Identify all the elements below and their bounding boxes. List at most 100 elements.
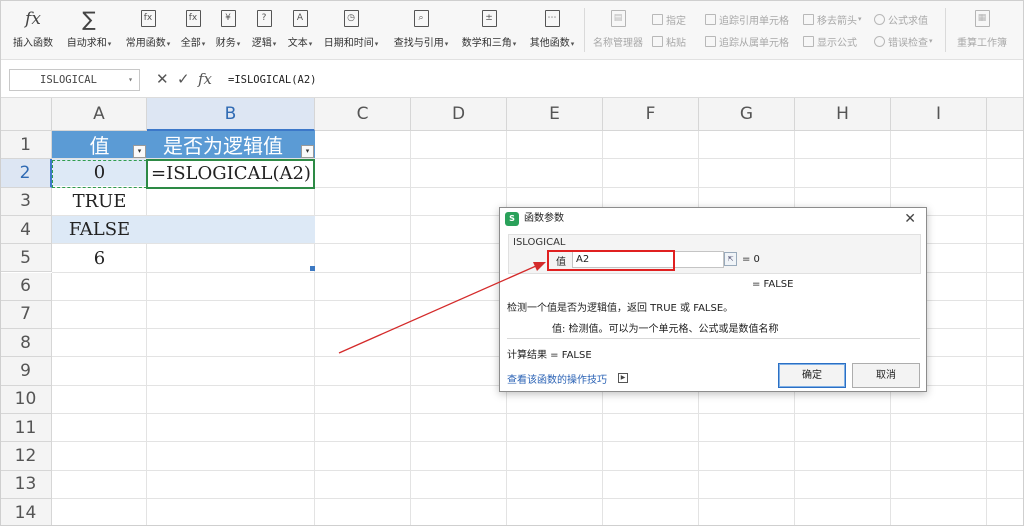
paste-name-button[interactable]: 粘贴 bbox=[652, 33, 686, 49]
fx-icon: fx bbox=[25, 8, 41, 29]
formula-ribbon: fx 插入函数 ∑ 自动求和▾ fx 常用函数▾ fx 全部▾ ¥ 财务▾ ? … bbox=[0, 0, 1024, 60]
cell-a4[interactable]: FALSE bbox=[52, 216, 147, 243]
column-gridline bbox=[410, 131, 411, 526]
row-header-4[interactable]: 4 bbox=[0, 215, 52, 245]
autosum-button[interactable]: ∑ 自动求和▾ bbox=[63, 6, 115, 54]
more-dots-icon: ⋯ bbox=[542, 8, 562, 29]
text-a-icon: A bbox=[290, 8, 310, 29]
specify-icon bbox=[652, 13, 663, 25]
cancel-icon[interactable]: ✕ bbox=[156, 70, 169, 88]
logical-button[interactable]: ? 逻辑▾ bbox=[248, 8, 280, 54]
column-header-i[interactable]: I bbox=[891, 98, 987, 131]
column-header-overflow bbox=[987, 98, 1024, 131]
column-header-f[interactable]: F bbox=[603, 98, 699, 131]
column-gridline bbox=[314, 131, 315, 526]
argument-result: = 0 bbox=[742, 254, 760, 265]
formula-input[interactable]: =ISLOGICAL(A2) bbox=[222, 69, 1022, 91]
collapse-reference-icon[interactable]: ⇱ bbox=[724, 252, 737, 266]
help-link[interactable]: 查看该函数的操作技巧 bbox=[507, 371, 607, 386]
close-icon[interactable]: ✕ bbox=[904, 210, 916, 228]
fx-icon[interactable]: fx bbox=[198, 70, 212, 88]
row-header-14[interactable]: 14 bbox=[0, 498, 52, 526]
sigma-icon: ∑ bbox=[82, 6, 96, 31]
row-header-10[interactable]: 10 bbox=[0, 385, 52, 414]
text-button[interactable]: A 文本▾ bbox=[284, 8, 316, 54]
select-all-corner[interactable] bbox=[0, 98, 52, 131]
row-header-1[interactable]: 1 bbox=[0, 131, 52, 160]
row-header-7[interactable]: 7 bbox=[0, 300, 52, 330]
trace-precedents-button[interactable]: 追踪引用单元格 bbox=[705, 11, 789, 27]
row-gridline bbox=[52, 413, 1024, 414]
table-resize-handle[interactable] bbox=[310, 266, 315, 271]
remove-arrows-icon bbox=[803, 13, 814, 25]
copy-marquee bbox=[52, 160, 147, 188]
column-header-c[interactable]: C bbox=[315, 98, 411, 131]
row-header-6[interactable]: 6 bbox=[0, 272, 52, 301]
row-header-8[interactable]: 8 bbox=[0, 329, 52, 358]
formula-bar: ISLOGICAL ▾ ✕ ✓ fx =ISLOGICAL(A2) bbox=[0, 60, 1024, 98]
recalculate-button[interactable]: ▦ 重算工作簿 bbox=[952, 8, 1012, 54]
function-result: = FALSE bbox=[752, 279, 794, 290]
confirm-icon[interactable]: ✓ bbox=[177, 70, 190, 88]
column-header-g[interactable]: G bbox=[699, 98, 795, 131]
row-header-5[interactable]: 5 bbox=[0, 244, 52, 273]
argument-description: 值: 检测值。可以为一个单元格、公式或是数值名称 bbox=[552, 324, 779, 335]
show-formulas-icon bbox=[803, 35, 814, 47]
row-header-12[interactable]: 12 bbox=[0, 442, 52, 471]
error-check-icon bbox=[874, 35, 885, 47]
column-header-a[interactable]: A bbox=[52, 98, 147, 131]
name-box[interactable]: ISLOGICAL ▾ bbox=[9, 69, 140, 91]
row-gridline bbox=[52, 469, 1024, 471]
other-functions-button[interactable]: ⋯ 其他函数▾ bbox=[524, 8, 580, 54]
financial-button[interactable]: ¥ 财务▾ bbox=[212, 8, 244, 54]
calculation-result: 计算结果 = FALSE bbox=[507, 350, 592, 361]
cell-b4[interactable] bbox=[147, 216, 315, 243]
calculator-icon: ▦ bbox=[972, 8, 992, 29]
math-trig-button[interactable]: ± 数学和三角▾ bbox=[458, 8, 520, 54]
row-header-2[interactable]: 2 bbox=[0, 159, 52, 188]
ribbon-separator bbox=[584, 8, 585, 52]
function-name: ISLOGICAL bbox=[513, 237, 566, 248]
function-box-icon: fx bbox=[183, 8, 203, 29]
magnifier-icon: ⌕ bbox=[411, 8, 431, 29]
filter-dropdown-icon[interactable]: ▾ bbox=[133, 145, 146, 158]
column-header-e[interactable]: E bbox=[507, 98, 603, 131]
function-description: 检测一个值是否为逻辑值，返回 TRUE 或 FALSE。 bbox=[507, 303, 734, 314]
evaluate-formula-button[interactable]: 公式求值 bbox=[874, 11, 928, 27]
trace-dependents-button[interactable]: 追踪从属单元格 bbox=[705, 33, 789, 49]
name-manager-button[interactable]: ▤ 名称管理器 bbox=[590, 8, 646, 54]
column-gridline bbox=[986, 131, 987, 526]
show-formulas-button[interactable]: 显示公式 bbox=[803, 33, 857, 49]
filter-dropdown-icon[interactable]: ▾ bbox=[301, 145, 314, 158]
play-video-icon[interactable]: ▶ bbox=[618, 373, 628, 383]
cancel-button[interactable]: 取消 bbox=[852, 363, 920, 388]
remove-arrows-button[interactable]: 移去箭头 ▾ bbox=[803, 11, 862, 27]
question-icon: ? bbox=[254, 8, 274, 29]
yen-icon: ¥ bbox=[218, 8, 238, 29]
ok-button[interactable]: 确定 bbox=[778, 363, 846, 388]
datetime-button[interactable]: ◷ 日期和时间▾ bbox=[320, 8, 382, 54]
row-gridline bbox=[52, 497, 1024, 499]
row-header-13[interactable]: 13 bbox=[0, 470, 52, 499]
row-header-9[interactable]: 9 bbox=[0, 357, 52, 386]
common-functions-button[interactable]: fx 常用函数▾ bbox=[120, 8, 176, 54]
insert-function-button[interactable]: fx 插入函数 bbox=[10, 8, 56, 54]
column-header-h[interactable]: H bbox=[795, 98, 891, 131]
cell-b1[interactable]: 是否为逻辑值 bbox=[147, 131, 315, 158]
chevron-down-icon[interactable]: ▾ bbox=[128, 70, 133, 90]
cell-a5[interactable]: 6 bbox=[52, 244, 147, 272]
cell-a3[interactable]: TRUE bbox=[52, 187, 147, 215]
column-header-b[interactable]: B bbox=[147, 98, 315, 131]
row-header-11[interactable]: 11 bbox=[0, 414, 52, 443]
function-arguments-dialog: S 函数参数 ✕ ISLOGICAL 值 A2 ⇱ = 0 = FALSE 检测… bbox=[499, 207, 927, 392]
specify-button[interactable]: 指定 bbox=[652, 11, 686, 27]
lookup-reference-button[interactable]: ⌕ 查找与引用▾ bbox=[388, 8, 454, 54]
all-functions-button[interactable]: fx 全部▾ bbox=[178, 8, 208, 54]
cell-b2-editor[interactable]: =ISLOGICAL(A2) bbox=[146, 159, 315, 189]
column-header-d[interactable]: D bbox=[411, 98, 507, 131]
row-header-3[interactable]: 3 bbox=[0, 187, 52, 216]
ribbon-separator bbox=[945, 8, 946, 52]
error-checking-button[interactable]: 错误检查 ▾ bbox=[874, 33, 933, 49]
dialog-divider bbox=[507, 338, 920, 339]
annotation-highlight-box bbox=[547, 250, 675, 271]
